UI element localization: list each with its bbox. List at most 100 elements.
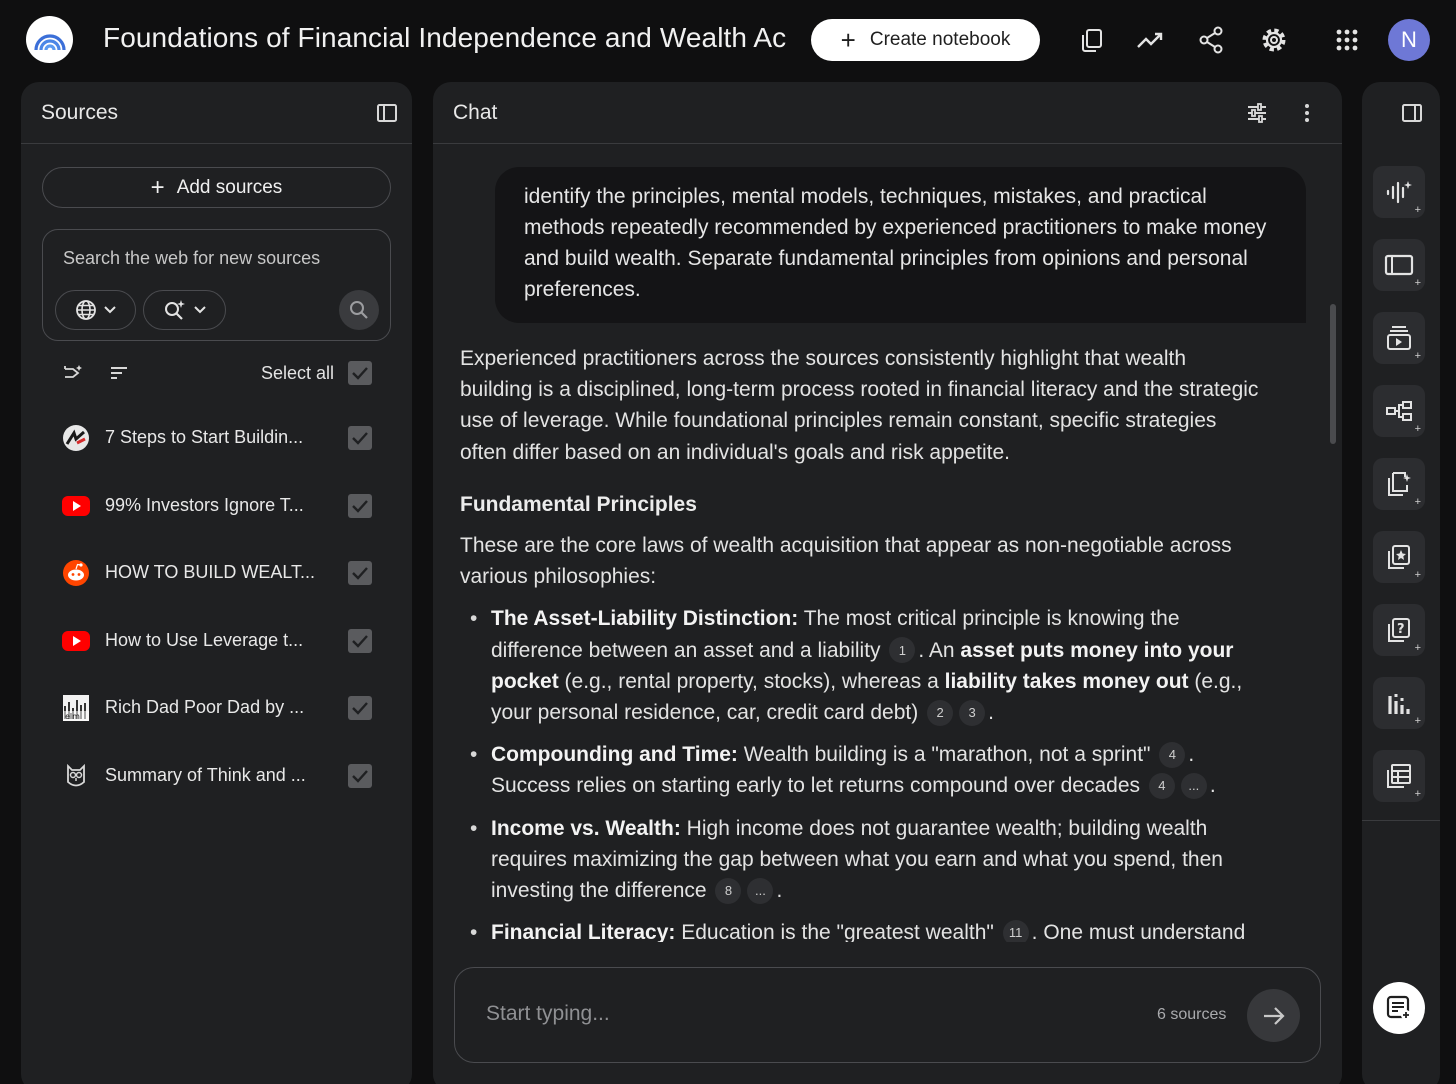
plus-icon: + — [840, 25, 856, 55]
list-item: Compounding and Time: Wealth building is… — [460, 739, 1260, 801]
bullet-lead: Financial Literacy: — [491, 921, 676, 945]
data-table-button[interactable]: + — [1373, 750, 1425, 802]
source-item[interactable]: HOW TO BUILD WEALT... — [21, 543, 412, 603]
source-checkbox[interactable] — [348, 764, 372, 788]
source-item[interactable]: 99% Investors Ignore T... — [21, 476, 412, 536]
mind-map-button[interactable]: + — [1373, 385, 1425, 437]
share-icon[interactable] — [1195, 24, 1227, 56]
slides-button[interactable]: + — [1373, 312, 1425, 364]
flashcards-icon — [1388, 545, 1410, 569]
quiz-button[interactable]: ? + — [1373, 604, 1425, 656]
notebook-title[interactable]: Foundations of Financial Independence an… — [103, 22, 787, 54]
gear-icon[interactable] — [1258, 24, 1290, 56]
plus-icon: + — [1414, 496, 1421, 508]
bullet-lead: Compounding and Time: — [491, 743, 738, 767]
svg-text:?: ? — [1397, 622, 1405, 637]
svg-text:elm: elm — [65, 712, 80, 721]
more-vert-icon[interactable] — [1296, 102, 1318, 124]
arrow-right-icon — [1263, 1006, 1285, 1025]
section-heading: Fundamental Principles — [460, 492, 697, 516]
infographic-button[interactable]: + — [1373, 677, 1425, 729]
sort-icon[interactable] — [109, 364, 129, 382]
select-all-label: Select all — [260, 363, 334, 383]
chat-panel: Chat identify the principles, mental mod… — [433, 82, 1342, 1084]
top-bar: Foundations of Financial Independence an… — [0, 0, 1456, 80]
citation-chip[interactable]: 4 — [1148, 773, 1175, 800]
source-label: HOW TO BUILD WEALT... — [105, 562, 316, 582]
source-checkbox[interactable] — [348, 629, 372, 653]
citation-chip[interactable]: ... — [1180, 773, 1207, 800]
search-submit-button[interactable] — [339, 290, 379, 330]
sources-count: 6 sources — [1157, 1006, 1227, 1023]
source-label: Summary of Think and ... — [105, 765, 306, 785]
video-overview-button[interactable]: + — [1373, 239, 1425, 291]
slides-icon — [1387, 326, 1411, 350]
citation-chip[interactable]: 3 — [959, 699, 986, 726]
citation-chip[interactable]: ... — [747, 877, 774, 904]
sources-header: Sources — [21, 82, 412, 144]
source-checkbox[interactable] — [348, 494, 372, 518]
source-label: How to Use Leverage t... — [105, 630, 304, 650]
reddit-icon — [61, 560, 91, 586]
avatar[interactable]: N — [1388, 19, 1430, 61]
bullet-text: (e.g., rental property, stocks), whereas… — [558, 669, 945, 693]
source-item[interactable]: 7 Steps to Start Buildin... — [21, 408, 412, 468]
audio-overview-button[interactable]: + — [1373, 166, 1425, 218]
search-icon — [350, 301, 368, 319]
source-label: 99% Investors Ignore T... — [105, 495, 304, 515]
list-item: Income vs. Wealth: High income does not … — [460, 813, 1260, 907]
plus-icon: + — [1414, 350, 1421, 362]
studio-panel: + + + + + + ? + + + — [1362, 82, 1440, 1084]
expand-panel-icon[interactable] — [1401, 102, 1423, 124]
youtube-icon — [61, 493, 91, 519]
select-all-checkbox[interactable] — [348, 361, 372, 385]
chat-title: Chat — [453, 101, 498, 124]
source-checkbox[interactable] — [348, 561, 372, 585]
check-icon — [352, 367, 368, 380]
check-icon — [352, 432, 368, 445]
copy-icon[interactable] — [1076, 24, 1108, 56]
chat-composer: 6 sources — [454, 967, 1321, 1063]
youtube-icon — [61, 628, 91, 654]
source-checkbox[interactable] — [348, 696, 372, 720]
check-icon — [352, 702, 368, 715]
check-icon — [352, 770, 368, 783]
citation-chip[interactable]: 1 — [889, 637, 916, 664]
citation-chip[interactable]: 2 — [927, 699, 954, 726]
fast-research-icon — [164, 300, 185, 320]
discover-sources-icon[interactable] — [61, 363, 83, 383]
assistant-response: Experienced practitioners across the sou… — [460, 343, 1260, 991]
apps-grid-icon[interactable] — [1331, 24, 1363, 56]
source-item[interactable]: How to Use Leverage t... — [21, 611, 412, 671]
book-thumbnail-icon: elm — [61, 695, 91, 721]
web-search-box — [42, 229, 391, 341]
bullet-text: Wealth building is a "marathon, not a sp… — [737, 743, 1157, 767]
collapse-panel-icon[interactable] — [376, 102, 398, 124]
citation-chip[interactable]: 8 — [715, 877, 742, 904]
reports-button[interactable]: + — [1373, 458, 1425, 510]
add-sources-button[interactable]: + Add sources — [42, 167, 391, 208]
tune-icon[interactable] — [1246, 102, 1268, 124]
add-note-button[interactable] — [1373, 982, 1425, 1034]
flashcards-button[interactable]: + — [1373, 531, 1425, 583]
analytics-icon[interactable] — [1134, 24, 1166, 56]
web-source-dropdown[interactable] — [55, 290, 136, 330]
source-item[interactable]: Summary of Think and ... — [21, 746, 412, 806]
citation-chip[interactable]: 4 — [1159, 741, 1186, 768]
response-intro: Experienced practitioners across the sou… — [460, 347, 1259, 464]
chat-scrollbar[interactable] — [1330, 304, 1336, 444]
chat-input[interactable] — [486, 1002, 1106, 1026]
send-button[interactable] — [1247, 989, 1300, 1042]
bullet-text: . — [988, 701, 994, 725]
quiz-icon: ? — [1388, 618, 1410, 642]
web-search-input[interactable] — [63, 248, 363, 269]
source-checkbox[interactable] — [348, 426, 372, 450]
bullet-text: . — [1209, 774, 1216, 798]
plus-icon: + — [1414, 277, 1421, 289]
section-intro: These are the core laws of wealth acquis… — [460, 534, 1232, 589]
source-item[interactable]: elm Rich Dad Poor Dad by ... — [21, 678, 412, 738]
plus-icon: + — [1414, 788, 1421, 800]
create-notebook-button[interactable]: + Create notebook — [811, 19, 1040, 61]
research-mode-dropdown[interactable] — [143, 290, 226, 330]
notebooklm-logo[interactable] — [26, 16, 73, 63]
